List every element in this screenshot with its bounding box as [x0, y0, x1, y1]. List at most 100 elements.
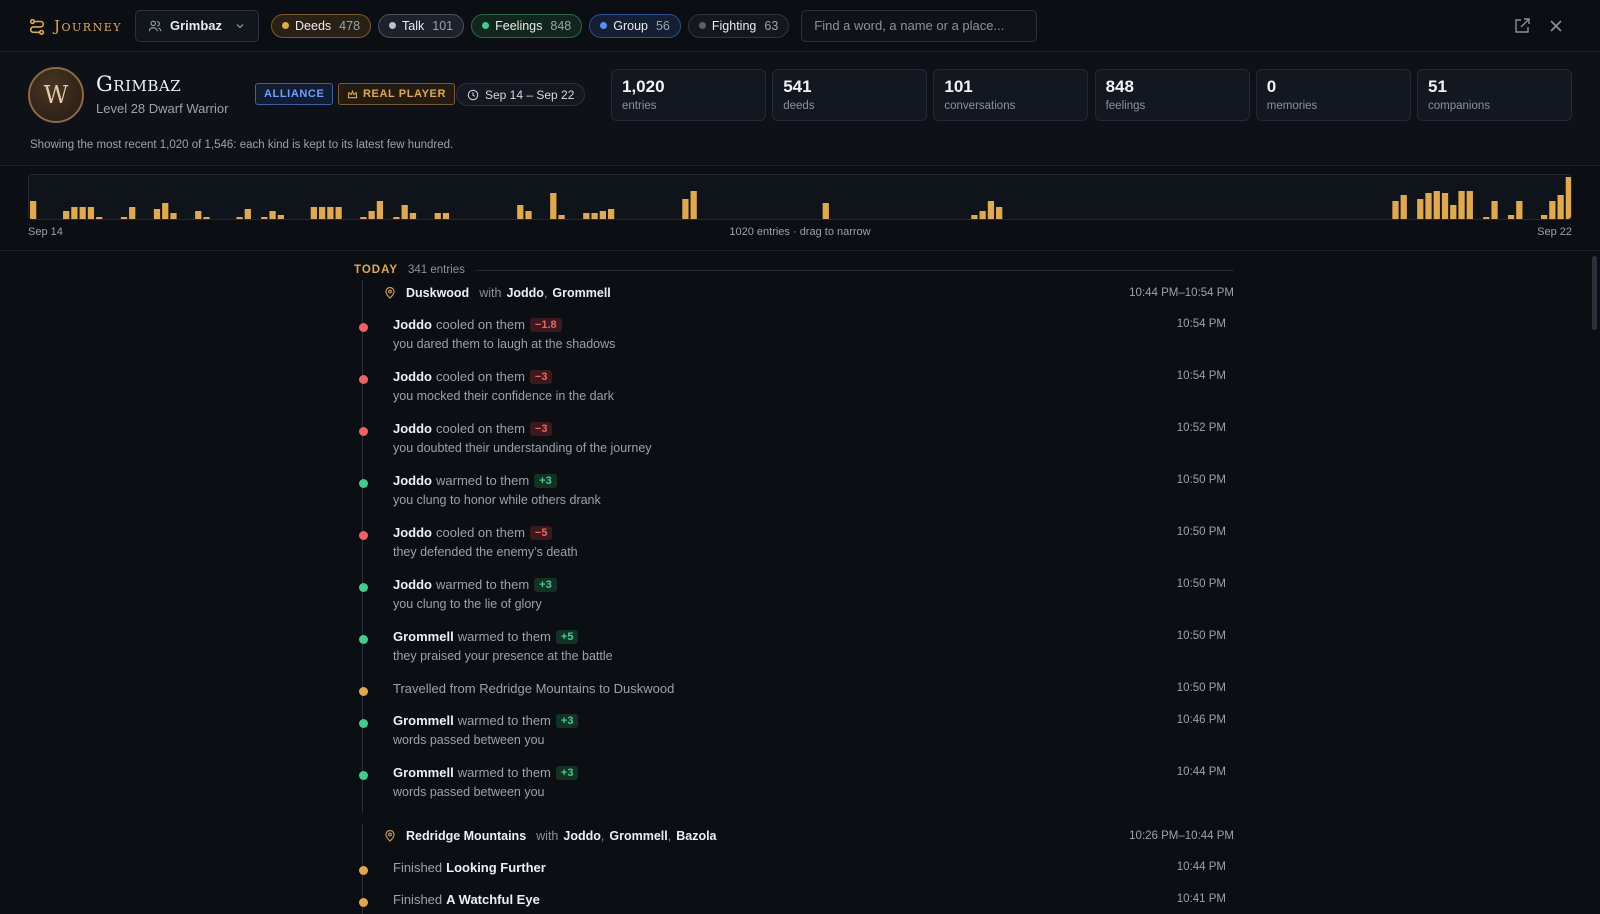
- histogram-bar: [1441, 193, 1449, 219]
- histogram-bar: [129, 207, 136, 219]
- character-selector[interactable]: Grimbaz: [135, 9, 260, 42]
- stat-label: memories: [1266, 100, 1318, 112]
- time-range: 10:44 PM–10:54 PM: [1129, 287, 1234, 299]
- companion-name[interactable]: Bazola: [676, 829, 716, 843]
- companion-separator: ,: [600, 829, 605, 843]
- companion-name[interactable]: Joddo: [506, 286, 544, 300]
- entry-time: 10:50 PM: [1176, 526, 1226, 538]
- entry-time: 10:52 PM: [1176, 422, 1226, 434]
- entry-prefix: Finished: [393, 860, 443, 875]
- avatar: W: [28, 67, 84, 123]
- histogram-bar: [79, 207, 86, 219]
- entry-actor[interactable]: Joddo: [393, 577, 432, 592]
- histogram-bar: [327, 207, 334, 219]
- histogram-bar: [517, 205, 524, 219]
- histogram-bar: [822, 203, 829, 219]
- histogram-bar: [690, 191, 697, 219]
- quest-name[interactable]: A Watchful Eye: [446, 892, 540, 907]
- histogram-bar: [1491, 201, 1498, 219]
- scrollbar-thumb[interactable]: [1592, 256, 1597, 330]
- entry-time: 10:44 PM: [1176, 766, 1226, 778]
- histogram-bar: [987, 201, 995, 219]
- scrollbar[interactable]: [1590, 252, 1600, 914]
- entry-headline: Joddo cooled on them −3: [393, 421, 553, 436]
- histogram-bar: [401, 205, 408, 219]
- histogram-bar: [244, 209, 251, 219]
- date-range[interactable]: Sep 14 – Sep 22: [456, 83, 586, 106]
- entry-actor[interactable]: Grommell: [393, 713, 454, 728]
- day-header: TODAY 341 entries: [354, 264, 1234, 276]
- brand[interactable]: Journey: [28, 17, 122, 35]
- filter-label: Deeds: [295, 18, 332, 33]
- quest-name[interactable]: Looking Further: [446, 860, 546, 875]
- timeline-dot: [359, 771, 368, 780]
- search-input[interactable]: [801, 9, 1038, 42]
- chevron-down-icon: [236, 23, 244, 28]
- character-name: Grimbaz: [170, 18, 223, 33]
- histogram-bar: [1458, 191, 1465, 219]
- entry-actor[interactable]: Joddo: [393, 317, 432, 332]
- histogram-bar: [583, 213, 590, 219]
- timeline-dot: [359, 687, 368, 696]
- histogram-bar: [277, 215, 284, 219]
- location-name[interactable]: Redridge Mountains: [406, 829, 526, 843]
- entry-reason: you clung to honor while others drank: [393, 493, 601, 507]
- delta-badge: −3: [529, 369, 553, 384]
- timeline-dot: [359, 531, 368, 540]
- histogram-bar: [236, 217, 243, 219]
- stat-value: 1,020: [622, 77, 665, 96]
- stat-label: deeds: [783, 100, 815, 112]
- entry-actor[interactable]: Joddo: [393, 473, 432, 488]
- close-icon[interactable]: [1547, 17, 1565, 35]
- faction-badge: ALLIANCE: [255, 83, 334, 105]
- entry-headline: Grommell warmed to them +3: [393, 765, 579, 780]
- day-count: 341 entries: [408, 264, 465, 276]
- entry-time: 10:50 PM: [1176, 682, 1226, 694]
- with-label: with: [536, 829, 559, 843]
- location-header: Duskwood with Joddo, Grommell 10:44 PM–10:54…: [384, 286, 1234, 300]
- entry-actor[interactable]: Joddo: [393, 369, 432, 384]
- histogram-bar: [409, 213, 417, 219]
- entry-headline: Travelled from Redridge Mountains to Dus…: [393, 681, 674, 696]
- histogram-bar: [203, 217, 210, 219]
- date-range-label: Sep 14 – Sep 22: [485, 87, 575, 102]
- companion-name[interactable]: Grommell: [609, 829, 667, 843]
- histogram-plot[interactable]: [28, 174, 1572, 220]
- filter-label: Fighting: [711, 18, 757, 33]
- entry-verb: warmed to them: [457, 713, 551, 728]
- with-label: with: [479, 286, 502, 300]
- companion-name[interactable]: Grommell: [552, 286, 610, 300]
- location-name[interactable]: Duskwood: [406, 286, 469, 300]
- filter-chip-group[interactable]: Group 56: [589, 13, 681, 38]
- companion-name[interactable]: Joddo: [563, 829, 601, 843]
- entry-reason: you clung to the lie of glory: [393, 597, 542, 611]
- filter-dot: [698, 22, 706, 29]
- users-icon: [148, 20, 162, 31]
- histogram-bar: [1540, 215, 1548, 219]
- filter-chip-talk[interactable]: Talk 101: [378, 13, 465, 38]
- crown-icon: [347, 89, 358, 98]
- entry-actor[interactable]: Joddo: [393, 525, 432, 540]
- filter-chip-deeds[interactable]: Deeds 478: [271, 13, 372, 38]
- histogram-bar: [376, 201, 384, 219]
- entry-headline: Joddo warmed to them +3: [393, 473, 557, 488]
- entry-actor[interactable]: Joddo: [393, 421, 432, 436]
- filter-chip-feelings[interactable]: Feelings 848: [471, 13, 583, 38]
- delta-badge: +5: [555, 629, 579, 644]
- timeline-dot: [359, 866, 368, 875]
- timeline-dot: [359, 323, 368, 332]
- filter-chip-fighting[interactable]: Fighting 63: [687, 13, 790, 38]
- histogram-bar: [971, 215, 978, 219]
- entry-actor[interactable]: Grommell: [393, 629, 454, 644]
- timeline-dot: [359, 583, 368, 592]
- journey-logo-icon: [29, 18, 45, 35]
- character-header: W Grimbaz Level 28 Dwarf Warrior ALLIANC…: [0, 52, 1600, 166]
- avatar-letter: W: [43, 81, 69, 109]
- entry-headline: Grommell warmed to them +5: [393, 629, 579, 644]
- entry-actor[interactable]: Grommell: [393, 765, 454, 780]
- entry-time: 10:50 PM: [1176, 578, 1226, 590]
- delta-badge: −1.8: [529, 317, 562, 332]
- external-link-icon[interactable]: [1513, 17, 1531, 35]
- stat-value: 51: [1428, 77, 1447, 96]
- filter-dot: [482, 22, 490, 29]
